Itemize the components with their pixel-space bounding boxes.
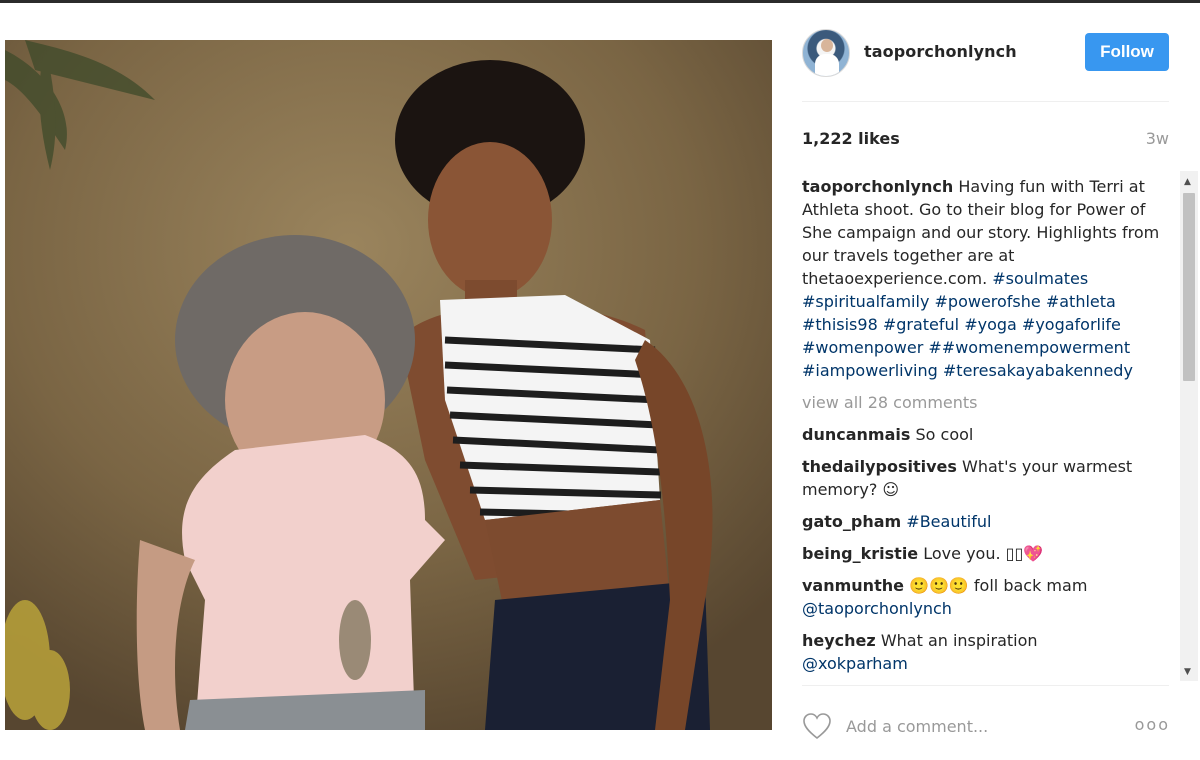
comment-author[interactable]: heychez — [802, 631, 876, 650]
comment-item: duncanmais So cool — [802, 423, 1174, 446]
comment-author[interactable]: gato_pham — [802, 512, 901, 531]
follow-button[interactable]: Follow — [1085, 33, 1169, 71]
comment-text: So cool — [915, 425, 974, 444]
comment-author[interactable]: being_kristie — [802, 544, 918, 563]
comment-author[interactable]: thedailypositives — [802, 457, 957, 476]
comment-text: What an inspiration — [880, 631, 1038, 650]
post-age[interactable]: 3w — [1146, 129, 1169, 148]
caption-author[interactable]: taoporchonlynch — [802, 177, 953, 196]
avatar[interactable] — [802, 29, 850, 77]
avatar-body — [815, 54, 839, 76]
comment-author[interactable]: vanmunthe — [802, 576, 904, 595]
comment-item: thedailypositives What's your warmest me… — [802, 455, 1174, 501]
comment-item: vanmunthe 🙂🙂🙂 foll back mam @taoporchonl… — [802, 574, 1174, 620]
avatar-face — [821, 39, 833, 52]
comment-mention[interactable]: @xokparham — [802, 654, 908, 673]
more-options-icon[interactable]: ooo — [1135, 715, 1170, 734]
post-header: taoporchonlynch Follow — [802, 29, 1169, 81]
photo-illustration — [5, 40, 772, 730]
comment-item: being_kristie Love you. ▯▯💖 — [802, 542, 1174, 565]
comment-hashtag[interactable]: #Beautiful — [906, 512, 991, 531]
comment-text: Love you. ▯▯💖 — [923, 544, 1044, 563]
comment-author[interactable]: duncanmais — [802, 425, 910, 444]
header-divider — [802, 101, 1169, 102]
post-details-panel: taoporchonlynch Follow 1,222 likes 3w ta… — [772, 3, 1200, 760]
post-photo[interactable] — [5, 40, 772, 730]
comment-item: heychez What an inspiration @xokparham — [802, 629, 1174, 675]
add-comment-input[interactable] — [846, 715, 1106, 737]
likes-count[interactable]: 1,222 likes — [802, 129, 900, 148]
scroll-down-arrow-icon[interactable]: ▼ — [1184, 667, 1191, 677]
post-username[interactable]: taoporchonlynch — [864, 42, 1017, 61]
footer-divider — [802, 685, 1169, 686]
view-all-comments-link[interactable]: view all 28 comments — [802, 391, 1174, 414]
caption: taoporchonlynch Having fun with Terri at… — [802, 175, 1174, 382]
scroll-up-arrow-icon[interactable]: ▲ — [1184, 177, 1191, 187]
scroll-thumb[interactable] — [1183, 193, 1195, 381]
heart-icon[interactable] — [802, 712, 832, 740]
comment-item: gato_pham #Beautiful — [802, 510, 1174, 533]
comments-scrollbar[interactable]: ▲ ▼ — [1180, 171, 1198, 681]
comment-text: 🙂🙂🙂 foll back mam — [909, 576, 1088, 595]
comments-list: taoporchonlynch Having fun with Terri at… — [802, 175, 1174, 681]
comment-mention[interactable]: @taoporchonlynch — [802, 599, 952, 618]
